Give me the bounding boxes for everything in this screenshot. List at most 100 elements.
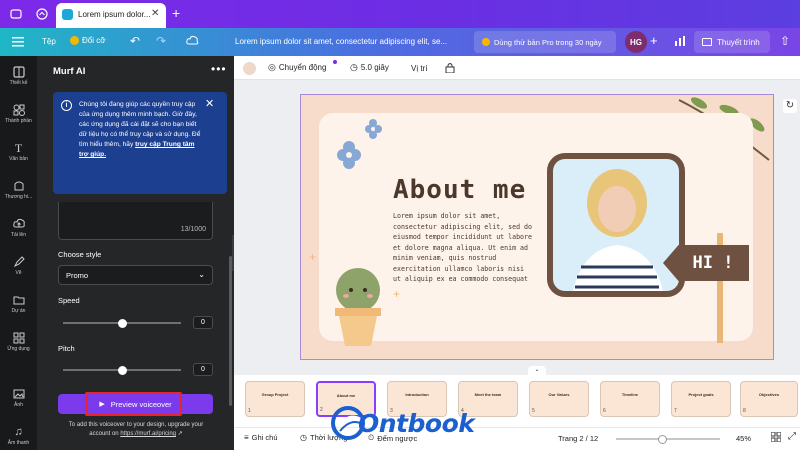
cloud-save-icon[interactable] [186, 35, 199, 45]
rail-item-photos[interactable]: Ảnh [0, 388, 37, 408]
draw-icon [13, 256, 25, 268]
thumbnail-title: Our Values [548, 392, 570, 397]
refresh-icon[interactable]: ↻ [783, 99, 797, 113]
present-icon [702, 38, 712, 46]
analytics-icon[interactable] [674, 35, 686, 47]
document-title[interactable]: Lorem ipsum dolor sit amet, consectetur … [235, 37, 447, 46]
rail-item-text[interactable]: T Văn bản [0, 142, 37, 162]
pitch-slider[interactable] [63, 365, 181, 375]
zoom-slider[interactable] [616, 434, 720, 444]
pitch-label: Pitch [58, 344, 75, 353]
slide-body-text[interactable]: Lorem ipsum dolor sit amet, consectetur … [393, 211, 533, 285]
rail-label: Ứng dụng [7, 346, 30, 352]
photo-icon [13, 388, 25, 400]
pitch-slider-knob[interactable] [117, 365, 127, 375]
canva-favicon-icon [62, 9, 73, 20]
pitch-value: 0 [201, 366, 205, 373]
animate-button[interactable]: ◎ Chuyển động [268, 62, 326, 73]
panel-title: Murf AI [53, 66, 86, 77]
music-icon: ♫ [14, 426, 23, 438]
tab-title: Lorem ipsum dolor... [78, 10, 151, 19]
page-indicator[interactable]: Trang 2 / 12 [558, 434, 598, 443]
slide-thumbnail[interactable]: Objectives 8 [740, 381, 798, 417]
browser-menu-icon[interactable] [10, 9, 22, 19]
undo-icon[interactable]: ↶ [130, 34, 140, 48]
thumbnail-number: 5 [532, 408, 535, 414]
slide-canvas[interactable]: About me Lorem ipsum dolor sit amet, con… [300, 94, 774, 360]
highlight-box [85, 392, 182, 416]
rail-item-elements[interactable]: Thành phần [0, 104, 37, 124]
redo-icon[interactable]: ↷ [156, 34, 166, 48]
crown-icon [70, 36, 79, 45]
thumbnail-number: 2 [320, 407, 323, 413]
layout-icon [12, 66, 25, 78]
browser-tab[interactable]: Lorem ipsum dolor... ✕ [56, 3, 166, 28]
style-select[interactable]: Promo ⌄ [58, 265, 213, 285]
tab-close-icon[interactable]: ✕ [151, 8, 159, 19]
slide-heading[interactable]: About me [393, 175, 526, 205]
grid-view-icon[interactable] [770, 431, 782, 443]
resize-button[interactable]: Đổi cỡ [70, 36, 105, 45]
browser-tab-bar: Lorem ipsum dolor... ✕ + [0, 0, 800, 28]
duration-button[interactable]: ◷ 5.0 giây [350, 62, 389, 73]
fullscreen-icon[interactable]: ⤢ [788, 431, 796, 442]
slide-thumbnail[interactable]: Group Project 1 [245, 381, 305, 417]
profile-photo[interactable] [547, 153, 685, 297]
rail-label: Thiết kế [9, 80, 28, 86]
pro-trial-button[interactable]: Dùng thử bản Pro trong 30 ngày [474, 31, 616, 53]
resize-label: Đổi cỡ [82, 36, 106, 45]
speed-label: Speed [58, 296, 80, 305]
rail-label: Thành phần [5, 118, 32, 124]
pricing-link[interactable]: https://murf.ai/pricing [120, 431, 176, 437]
rail-item-apps[interactable]: Ứng dụng [0, 332, 37, 352]
voiceover-text-area[interactable]: 13/1000 [58, 202, 213, 240]
person-photo-icon [553, 159, 679, 291]
apps-icon [13, 332, 25, 344]
crown-icon [482, 38, 490, 46]
rail-item-audio[interactable]: ♫ Âm thanh [0, 426, 37, 446]
slide-thumbnail[interactable]: Timeline 6 [600, 381, 660, 417]
sign-text: HI ! [692, 253, 734, 273]
speed-slider[interactable] [63, 318, 181, 328]
speed-slider-knob[interactable] [117, 318, 127, 328]
more-options-icon[interactable]: ••• [211, 62, 227, 76]
style-label: Choose style [58, 250, 102, 259]
panel-scrollbar[interactable] [229, 256, 232, 406]
hamburger-menu-icon[interactable] [12, 36, 24, 47]
rail-item-projects[interactable]: Dự án [0, 294, 37, 314]
rail-item-uploads[interactable]: Tải lên [0, 218, 37, 238]
rail-label: Ảnh [14, 402, 23, 408]
rail-item-design[interactable]: Thiết kế [0, 66, 37, 86]
zoom-slider-knob[interactable] [658, 434, 668, 444]
rail-label: Dự án [11, 308, 26, 314]
home-icon[interactable] [36, 8, 48, 20]
lock-icon[interactable] [445, 62, 455, 74]
present-button[interactable]: Thuyết trình [694, 31, 770, 53]
share-icon[interactable]: ⇧ [780, 34, 790, 48]
notes-button[interactable]: ≡ Ghi chú [244, 433, 278, 442]
sparkle-decoration: + [309, 250, 317, 264]
slide-thumbnail[interactable]: Project goals 7 [671, 381, 731, 417]
file-menu[interactable]: Tệp [42, 37, 56, 46]
slide-thumbnail[interactable]: Our Values 5 [529, 381, 589, 417]
editor-toolbar: Tệp Đổi cỡ ↶ ↷ Lorem ipsum dolor sit ame… [0, 28, 800, 56]
notes-label: Ghi chú [251, 433, 278, 442]
add-collaborator-icon[interactable]: + [650, 33, 658, 48]
thumbnail-title: Project goals [688, 392, 714, 397]
timer-icon: ◷ [300, 433, 307, 442]
external-link-icon: ↗ [177, 431, 183, 437]
background-color-swatch[interactable] [243, 62, 256, 75]
new-tab-icon[interactable]: + [172, 5, 180, 21]
rail-item-draw[interactable]: Vẽ [0, 256, 37, 276]
cactus-illustration [335, 268, 381, 346]
pitch-value-box[interactable]: 0 [193, 363, 213, 376]
notice-close-icon[interactable]: ✕ [205, 97, 214, 110]
rail-item-brand[interactable]: Thương hi... [0, 180, 37, 200]
thumbnail-title: Group Project [261, 392, 289, 397]
position-button[interactable]: Vị trí [411, 64, 427, 73]
zoom-level[interactable]: 45% [736, 434, 751, 443]
char-count: 13/1000 [180, 226, 206, 233]
user-avatar[interactable]: HG [625, 31, 647, 53]
chevron-down-icon[interactable]: ⌄ [528, 366, 546, 375]
speed-value-box[interactable]: 0 [193, 316, 213, 329]
